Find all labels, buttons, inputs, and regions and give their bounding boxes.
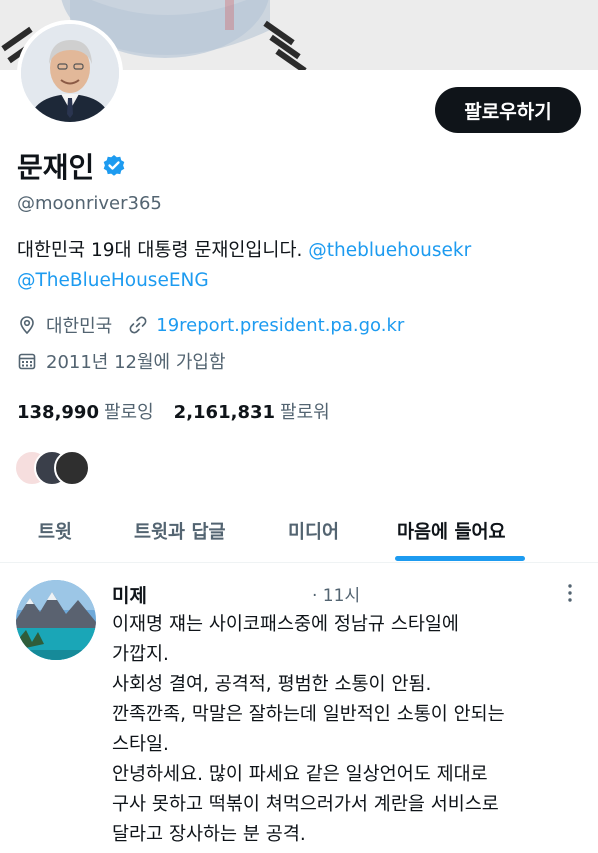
verified-badge-icon <box>102 154 126 178</box>
profile-photo <box>21 24 119 122</box>
profile-stats: 138,990 팔로잉 2,161,831 팔로워 <box>17 398 330 424</box>
tweet-text-line: 사회성 결여, 공격적, 평범한 소통이 안됨. <box>112 674 432 695</box>
tab-tweets[interactable]: 트윗 <box>38 500 72 562</box>
follow-button-label: 팔로우하기 <box>464 100 552 123</box>
profile-bio: 대한민국 19대 대통령 문재인입니다. @thebluehousekr @Th… <box>17 236 577 296</box>
followers-label: 팔로워 <box>280 402 330 423</box>
calendar-icon <box>17 351 37 371</box>
tweet-author-avatar[interactable] <box>16 580 96 660</box>
more-options-icon[interactable] <box>560 580 580 606</box>
bio-text: 대한민국 19대 대통령 문재인입니다. <box>17 240 303 261</box>
profile-handle: @moonriver365 <box>17 193 162 214</box>
tweet-text-line: 달라고 장사하는 분 공격. <box>112 824 306 845</box>
link-icon <box>128 315 148 335</box>
follow-button[interactable]: 팔로우하기 <box>435 87 581 133</box>
tweet-text-line: 안녕하세요. 많이 파세요 같은 일상언어도 제대로 <box>112 764 488 785</box>
active-tab-indicator <box>395 556 525 561</box>
following-label: 팔로잉 <box>103 402 154 423</box>
bio-mention-thebluehousekr[interactable]: @thebluehousekr <box>308 240 471 261</box>
profile-name: 문재인 <box>17 151 95 184</box>
tweet-author-photo <box>16 580 96 660</box>
tweet-timestamp[interactable]: · 11시 <box>312 581 360 606</box>
profile-joined-date: 2011년 12월에 가입함 <box>46 352 226 373</box>
profile-website-link[interactable]: 19report.president.pa.go.kr <box>156 315 404 336</box>
tweet-author-name[interactable]: 미제 <box>112 581 147 608</box>
tab-tweets-replies[interactable]: 트윗과 답글 <box>134 500 226 562</box>
profile-avatar[interactable] <box>17 20 123 126</box>
bio-mention-thebluehouseeng[interactable]: @TheBlueHouseENG <box>17 270 209 291</box>
profile-tabs: 트윗 트윗과 답글 미디어 마음에 들어요 <box>0 500 598 563</box>
location-pin-icon <box>17 315 37 335</box>
tweet-text-line: 이재명 쟤는 사이코패스중에 정남규 스타일에 <box>112 614 459 635</box>
followers-count: 2,161,831 <box>173 402 276 423</box>
followers-you-know[interactable] <box>14 450 90 486</box>
profile-meta-row: 대한민국 19report.president.pa.go.kr <box>17 312 404 338</box>
tab-media[interactable]: 미디어 <box>288 500 339 562</box>
follower-avatar <box>54 450 90 486</box>
tweet-text: 이재명 쟤는 사이코패스중에 정남규 스타일에 가깝지. 사회성 결여, 공격적… <box>112 610 582 850</box>
tweet-text-line: 스타일. <box>112 734 169 755</box>
following-stat[interactable]: 138,990 팔로잉 <box>17 398 154 424</box>
tab-likes[interactable]: 마음에 들어요 <box>397 500 506 562</box>
profile-name-row: 문재인 <box>17 146 126 186</box>
following-count: 138,990 <box>17 402 99 423</box>
profile-joined-row: 2011년 12월에 가입함 <box>17 348 226 374</box>
profile-location: 대한민국 <box>46 316 113 337</box>
tweet-text-line: 구사 못하고 떡볶이 쳐먹으러가서 계란을 서비스로 <box>112 794 499 815</box>
tweet-text-line: 깐족깐족, 막말은 잘하는데 일반적인 소통이 안되는 <box>112 704 505 725</box>
tweet-text-line: 가깝지. <box>112 644 169 665</box>
followers-stat[interactable]: 2,161,831 팔로워 <box>174 398 330 424</box>
